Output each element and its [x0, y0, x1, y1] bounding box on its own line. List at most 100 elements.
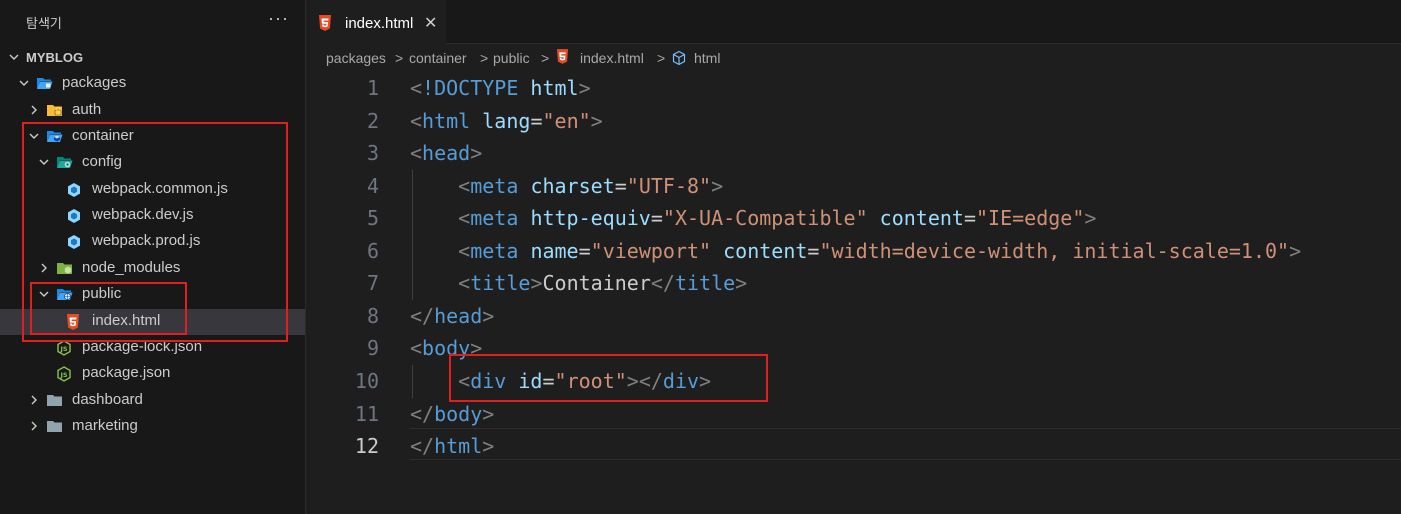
code-token: "viewport": [590, 238, 712, 263]
cube-icon: [671, 50, 687, 69]
code-line: 1 <!DOCTYPE html>: [306, 72, 1401, 105]
html5-icon: [556, 49, 569, 67]
explorer-header: 탐색기 ···: [0, 0, 305, 44]
code-line: 8 </head>: [306, 300, 1401, 333]
code-line: 5 <meta http-equiv="X-UA-Compatible" con…: [306, 202, 1401, 235]
code-text: <title>Container</title>: [410, 271, 747, 295]
tree-item-label: dashboard: [72, 390, 143, 408]
tree-item-label: MYBLOG: [26, 50, 84, 65]
code-token: >: [1084, 206, 1097, 231]
code-token: html: [434, 434, 483, 459]
more-actions-icon[interactable]: ···: [268, 8, 289, 29]
breadcrumb-item-public[interactable]: public: [493, 50, 530, 66]
tab-label: index.html: [345, 15, 414, 32]
code-token: >: [1289, 238, 1302, 263]
code-line: 12 </html>: [306, 430, 1401, 463]
line-number: 12: [354, 434, 379, 459]
code-text: </html>: [410, 434, 494, 458]
line-number: 6: [366, 238, 379, 263]
line-number: 1: [366, 76, 379, 100]
code-token: >: [482, 303, 495, 328]
line-number: 2: [366, 108, 379, 133]
code-token: </: [650, 271, 675, 296]
breadcrumb-item-packages[interactable]: packages: [326, 50, 386, 66]
tree-item-label: package.json: [82, 364, 171, 382]
code-token: <: [458, 173, 471, 198]
line-number: 5: [366, 206, 379, 231]
code-token: <: [410, 141, 423, 166]
html5-icon: [318, 15, 332, 36]
code-token: >: [482, 434, 495, 459]
close-icon[interactable]: ✕: [424, 13, 437, 33]
code-token: "en": [542, 108, 591, 133]
tree-item[interactable]: MYBLOG: [0, 45, 305, 71]
tab-index-html[interactable]: index.html ✕: [306, 0, 446, 45]
folder-icon: [46, 419, 63, 434]
tree-item[interactable]: marketing: [0, 414, 305, 440]
tree-item[interactable]: auth: [0, 98, 305, 124]
tree-item-label: auth: [72, 100, 102, 118]
code-line: 11 </body>: [306, 398, 1401, 431]
folder-lock-icon: [46, 103, 63, 118]
code-token: <: [458, 206, 471, 231]
code-token: !DOCTYPE: [422, 76, 519, 100]
code-token: html: [530, 76, 579, 100]
code-token: >: [482, 401, 495, 426]
chevron-right-icon[interactable]: [28, 419, 40, 433]
code-text: <html lang="en">: [410, 109, 603, 133]
code-token: </: [410, 303, 435, 328]
code-token: "X-UA-Compatible": [662, 206, 868, 231]
code-text: </head>: [410, 304, 494, 328]
folder-packages-open-icon: [36, 76, 53, 91]
breadcrumb-item-index-html[interactable]: index.html: [580, 50, 644, 66]
code-token: content: [879, 206, 964, 231]
code-token: head: [434, 303, 483, 328]
code-text: <meta http-equiv="X-UA-Compatible" conte…: [410, 206, 1096, 230]
tree-item[interactable]: packages: [0, 71, 305, 97]
code-token: charset: [530, 173, 615, 198]
code-token: Container: [542, 271, 651, 296]
svg-text:JS: JS: [59, 371, 67, 379]
code-token: meta: [470, 206, 519, 231]
tree-item-label: packages: [62, 74, 127, 92]
code-token: =: [614, 173, 627, 198]
code-token: html: [422, 108, 471, 133]
tree-item[interactable]: dashboard: [0, 388, 305, 414]
annotation-box-root-div: [449, 354, 768, 402]
breadcrumb-item-html[interactable]: html: [694, 50, 720, 66]
breadcrumb-item-container[interactable]: container: [409, 50, 467, 66]
code-token: <: [458, 238, 471, 263]
chevron-down-icon[interactable]: [8, 50, 20, 64]
chevron-down-icon[interactable]: [18, 76, 30, 90]
explorer-title: 탐색기: [26, 16, 62, 31]
code-line: 3 <head>: [306, 137, 1401, 170]
code-token: </: [410, 401, 435, 426]
line-number: 11: [354, 401, 379, 426]
code-token: >: [470, 141, 483, 166]
code-token: =: [578, 238, 591, 263]
line-number: 7: [366, 271, 379, 296]
code-token: >: [530, 271, 543, 296]
code-token: =: [650, 206, 663, 231]
code-text: <meta charset="UTF-8">: [410, 174, 723, 198]
chevron-right-icon[interactable]: [28, 393, 40, 407]
nodejs-icon: JS: [56, 340, 73, 356]
code-token: body: [434, 401, 483, 426]
tab-bar: index.html ✕: [306, 0, 1401, 45]
tree-item[interactable]: JS package.json: [0, 361, 305, 387]
code-token: meta: [470, 238, 519, 263]
code-token: <: [410, 76, 423, 100]
code-token: <: [458, 271, 471, 296]
code-text: <head>: [410, 141, 482, 165]
code-editor[interactable]: 1 <!DOCTYPE html> 2 <html lang="en"> 3 <head>…: [306, 72, 1401, 514]
code-token: >: [578, 76, 591, 100]
chevron-right-icon[interactable]: [28, 103, 40, 117]
code-token: lang: [482, 108, 531, 133]
